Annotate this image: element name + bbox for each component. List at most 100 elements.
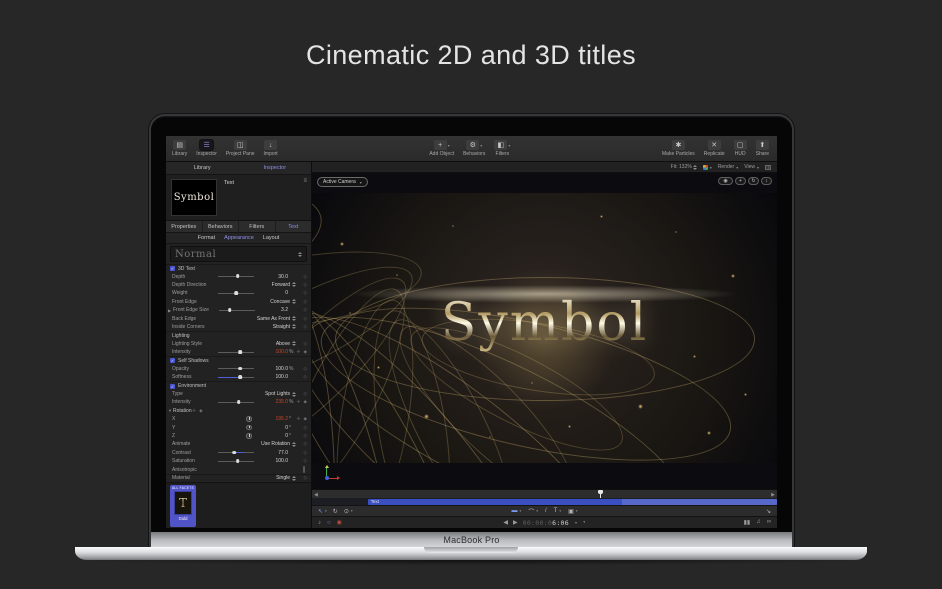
keyframe-controls-icon[interactable]: ◇: [296, 433, 308, 439]
toolbar-button-project-pane[interactable]: ◫Project Pane: [226, 140, 255, 157]
toolbar-button-add-object[interactable]: +▾Add Object: [429, 140, 454, 157]
orbit-view-icon[interactable]: ↻: [748, 177, 759, 185]
toolbar-button-inspector[interactable]: ☰Inspector: [196, 140, 217, 157]
audio-skimming-icon[interactable]: ♪: [318, 520, 321, 526]
loop-icon[interactable]: ○: [327, 520, 331, 526]
active-camera-dropdown[interactable]: Active Camera ▾: [317, 177, 368, 187]
subtab-format[interactable]: Format: [198, 235, 215, 241]
slider-thumb[interactable]: [236, 274, 240, 278]
timecode-menu-icon[interactable]: ▾: [575, 520, 577, 525]
select-control[interactable]: Same As Front: [257, 316, 296, 322]
keyframe-controls-icon[interactable]: ✛ ◆: [296, 416, 308, 422]
slider-track[interactable]: [218, 452, 254, 453]
camera-tool-icon[interactable]: ⊙▾: [344, 508, 353, 515]
tab-library[interactable]: Library: [166, 162, 239, 174]
timeline-scrubber[interactable]: ◀ ▶: [312, 489, 777, 498]
slider-thumb[interactable]: [239, 350, 243, 354]
slider-track[interactable]: [219, 310, 255, 311]
material-swatch-gold[interactable]: ALL FACETS T Gold: [170, 485, 196, 527]
playhead[interactable]: [600, 490, 601, 498]
keyframe-controls-icon[interactable]: ◇: [296, 307, 308, 313]
slider-track[interactable]: [218, 402, 254, 403]
slider-thumb[interactable]: [237, 400, 241, 404]
select-control[interactable]: Straight: [273, 324, 296, 330]
toolbar-button-share[interactable]: ⬆Share: [756, 140, 769, 157]
toolbar-button-import[interactable]: ↓Import: [264, 140, 278, 157]
checkbox-checked[interactable]: ✓: [170, 358, 175, 363]
keyframe-controls-icon[interactable]: ✛ ◆: [192, 408, 204, 414]
select-tool-icon[interactable]: ↖▾: [318, 508, 327, 515]
render-menu[interactable]: Render▾: [718, 164, 738, 170]
rotation-dial[interactable]: [246, 433, 252, 439]
inspector-tab-properties[interactable]: Properties: [166, 221, 203, 232]
subtab-appearance[interactable]: Appearance: [224, 235, 254, 241]
slider-track[interactable]: [218, 352, 254, 353]
scrub-right-icon[interactable]: ▶: [771, 492, 775, 498]
toolbar-button-hud[interactable]: ▢HUD: [734, 140, 747, 157]
stepper-icon[interactable]: [298, 252, 302, 257]
audio-icon[interactable]: ♫: [756, 519, 761, 526]
rotation-dial[interactable]: [246, 425, 252, 431]
checkbox-checked[interactable]: ✓: [170, 384, 175, 389]
subtab-layout[interactable]: Layout: [263, 235, 280, 241]
image-tool-icon[interactable]: ▣▾: [568, 507, 577, 516]
keyframe-controls-icon[interactable]: ◇: [296, 299, 308, 305]
pan-view-icon[interactable]: +: [735, 177, 746, 185]
toolbar-button-replicate[interactable]: ✕Replicate: [704, 140, 725, 157]
keyframe-controls-icon[interactable]: ✛ ◆: [296, 399, 308, 405]
inspector-tab-behaviors[interactable]: Behaviors: [203, 221, 240, 232]
link-icon[interactable]: ∞: [767, 519, 771, 526]
zoom-level-dropdown[interactable]: Fit: 132%: [671, 164, 697, 170]
toolbar-button-filters[interactable]: ◧▾Filters: [494, 140, 510, 157]
slider-track[interactable]: [218, 276, 254, 277]
transform-tool-icon[interactable]: ↻: [333, 508, 338, 515]
keyframe-controls-icon[interactable]: ✛ ◆: [296, 349, 308, 355]
select-control[interactable]: Concave: [270, 299, 296, 305]
style-preset-dropdown[interactable]: Normal: [170, 246, 307, 262]
toolbar-button-library[interactable]: ▤Library: [172, 140, 187, 157]
slider-thumb[interactable]: [232, 451, 236, 455]
inspector-tab-filters[interactable]: Filters: [239, 221, 276, 232]
checkbox-checked[interactable]: ✓: [170, 266, 175, 271]
keyframe-controls-icon[interactable]: ◇: [296, 475, 308, 481]
toolbar-button-make-particles[interactable]: ✱Make Particles: [662, 140, 695, 157]
select-control[interactable]: Above: [276, 341, 296, 347]
select-control[interactable]: Single: [276, 475, 296, 481]
keyframe-controls-icon[interactable]: ◇: [296, 450, 308, 456]
layout-dropdown[interactable]: [765, 165, 771, 170]
keyframe-controls-icon[interactable]: ◇: [296, 316, 308, 322]
canvas-viewport[interactable]: Active Camera ▾ ◉+↻↕ Symbol: [312, 173, 777, 489]
bezier-tool-icon[interactable]: ⌒▾: [528, 507, 538, 516]
view-menu[interactable]: View▾: [744, 164, 759, 170]
keyframe-controls-icon[interactable]: ◇: [296, 391, 308, 397]
text-tool-icon[interactable]: T▾: [554, 507, 561, 516]
channels-dropdown[interactable]: ▾: [703, 165, 712, 170]
inspector-tab-text[interactable]: Text: [276, 221, 312, 232]
select-control[interactable]: Spot Lights: [265, 391, 296, 397]
slider-track[interactable]: [218, 293, 254, 294]
slider-track[interactable]: [218, 377, 254, 378]
clock-icon[interactable]: ◔: [582, 520, 586, 526]
keyframe-controls-icon[interactable]: ◇: [296, 425, 308, 431]
checkbox-unchecked[interactable]: [303, 466, 305, 473]
select-control[interactable]: Use Rotation: [261, 441, 296, 447]
slider-thumb[interactable]: [239, 367, 243, 371]
timing-pane-icon[interactable]: ▮▮: [744, 519, 751, 526]
preview-options-icon[interactable]: ≡: [303, 178, 307, 184]
keyframe-controls-icon[interactable]: ◇: [296, 274, 308, 280]
play-icon[interactable]: ▶: [513, 519, 518, 526]
slider-track[interactable]: [218, 461, 254, 462]
dolly-view-icon[interactable]: ↕: [761, 177, 772, 185]
keyframe-editor-icon[interactable]: ↘: [766, 508, 771, 515]
slider-track[interactable]: [218, 368, 254, 369]
slider-thumb[interactable]: [239, 375, 243, 379]
keyframe-controls-icon[interactable]: ◇: [296, 458, 308, 464]
keyframe-controls-icon[interactable]: ◇: [296, 290, 308, 296]
scrub-left-icon[interactable]: ◀: [314, 492, 318, 498]
step-back-icon[interactable]: ◀: [503, 519, 508, 526]
select-control[interactable]: Forward: [272, 282, 296, 288]
object-thumbnail[interactable]: Symbol: [171, 179, 217, 216]
keyframe-controls-icon[interactable]: ◇: [296, 366, 308, 372]
slider-thumb[interactable]: [234, 291, 238, 295]
camera-overlay-icon[interactable]: ◉: [718, 177, 733, 185]
